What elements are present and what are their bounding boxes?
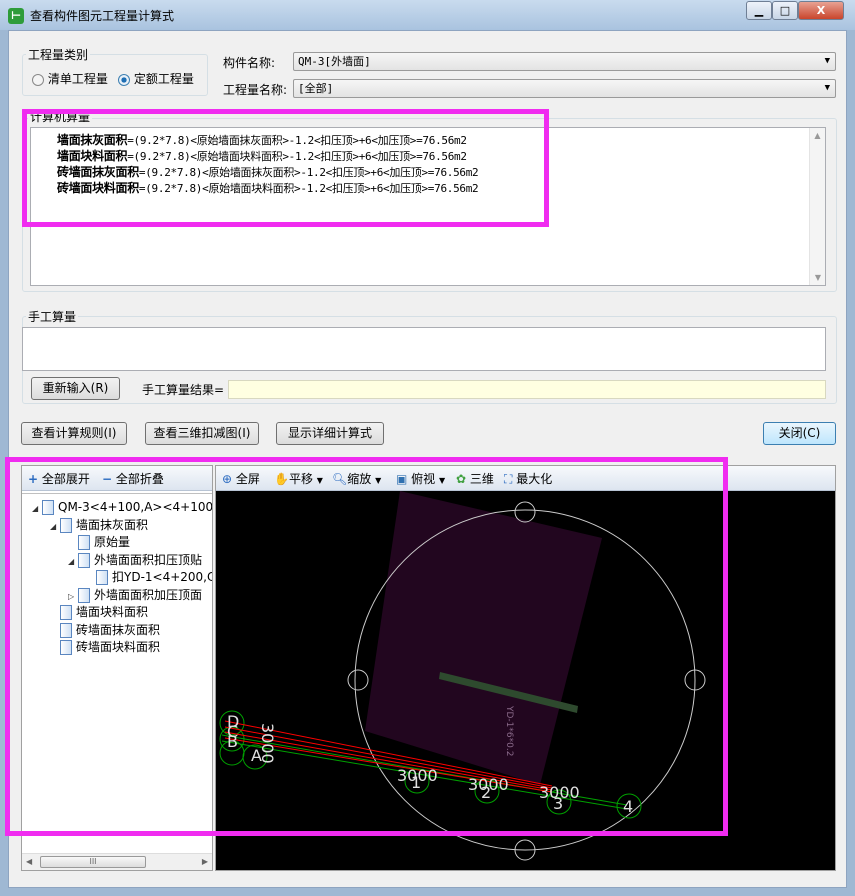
view-rules-button[interactable]: 查看计算规则(I)	[21, 422, 127, 445]
radio-selected-icon	[118, 73, 130, 86]
maximize-button[interactable]: □	[772, 1, 798, 20]
component-name-select[interactable]: QM-3[外墙面] ▼	[293, 52, 836, 71]
radio-label: 清单工程量	[47, 72, 108, 86]
quantity-name-label: 工程量名称:	[223, 83, 288, 97]
app-icon: ⊢	[8, 8, 24, 24]
highlight-box	[22, 109, 549, 227]
highlight-box	[5, 457, 728, 836]
manual-result-label: 手工算量结果=	[142, 383, 225, 397]
manual-calc-legend: 手工算量	[26, 308, 79, 325]
minimize-button[interactable]: ▁	[746, 1, 772, 20]
dropdown-arrow-icon: ▼	[824, 56, 830, 66]
manual-calc-textarea[interactable]	[22, 327, 826, 371]
close-button[interactable]: 关闭(C)	[763, 422, 836, 445]
title-bar: ⊢ 查看构件图元工程量计算式 ▁ □ X	[0, 0, 855, 30]
close-window-button[interactable]: X	[798, 1, 844, 20]
radio-label: 定额工程量	[133, 72, 194, 86]
horizontal-scrollbar[interactable]: ◀ III ▶	[22, 853, 212, 870]
show-detail-formula-button[interactable]: 显示详细计算式	[276, 422, 384, 445]
view-3d-deduction-button[interactable]: 查看三维扣减图(I)	[145, 422, 259, 445]
quantity-type-legend: 工程量类别	[26, 46, 91, 63]
component-name-label: 构件名称:	[223, 56, 276, 70]
select-value: [全部]	[298, 82, 334, 95]
window-title: 查看构件图元工程量计算式	[30, 9, 175, 23]
quantity-name-select[interactable]: [全部] ▼	[293, 79, 836, 98]
vertical-scrollbar[interactable]: ▲ ▼	[809, 128, 825, 285]
radio-bill-quantity[interactable]: 清单工程量	[32, 70, 108, 87]
manual-result-field[interactable]	[228, 380, 826, 399]
reenter-button[interactable]: 重新输入(R)	[31, 377, 120, 400]
radio-quota-quantity[interactable]: 定额工程量	[118, 70, 194, 87]
select-value: QM-3[外墙面]	[298, 55, 371, 68]
dropdown-arrow-icon: ▼	[824, 83, 830, 93]
radio-icon	[32, 73, 44, 86]
